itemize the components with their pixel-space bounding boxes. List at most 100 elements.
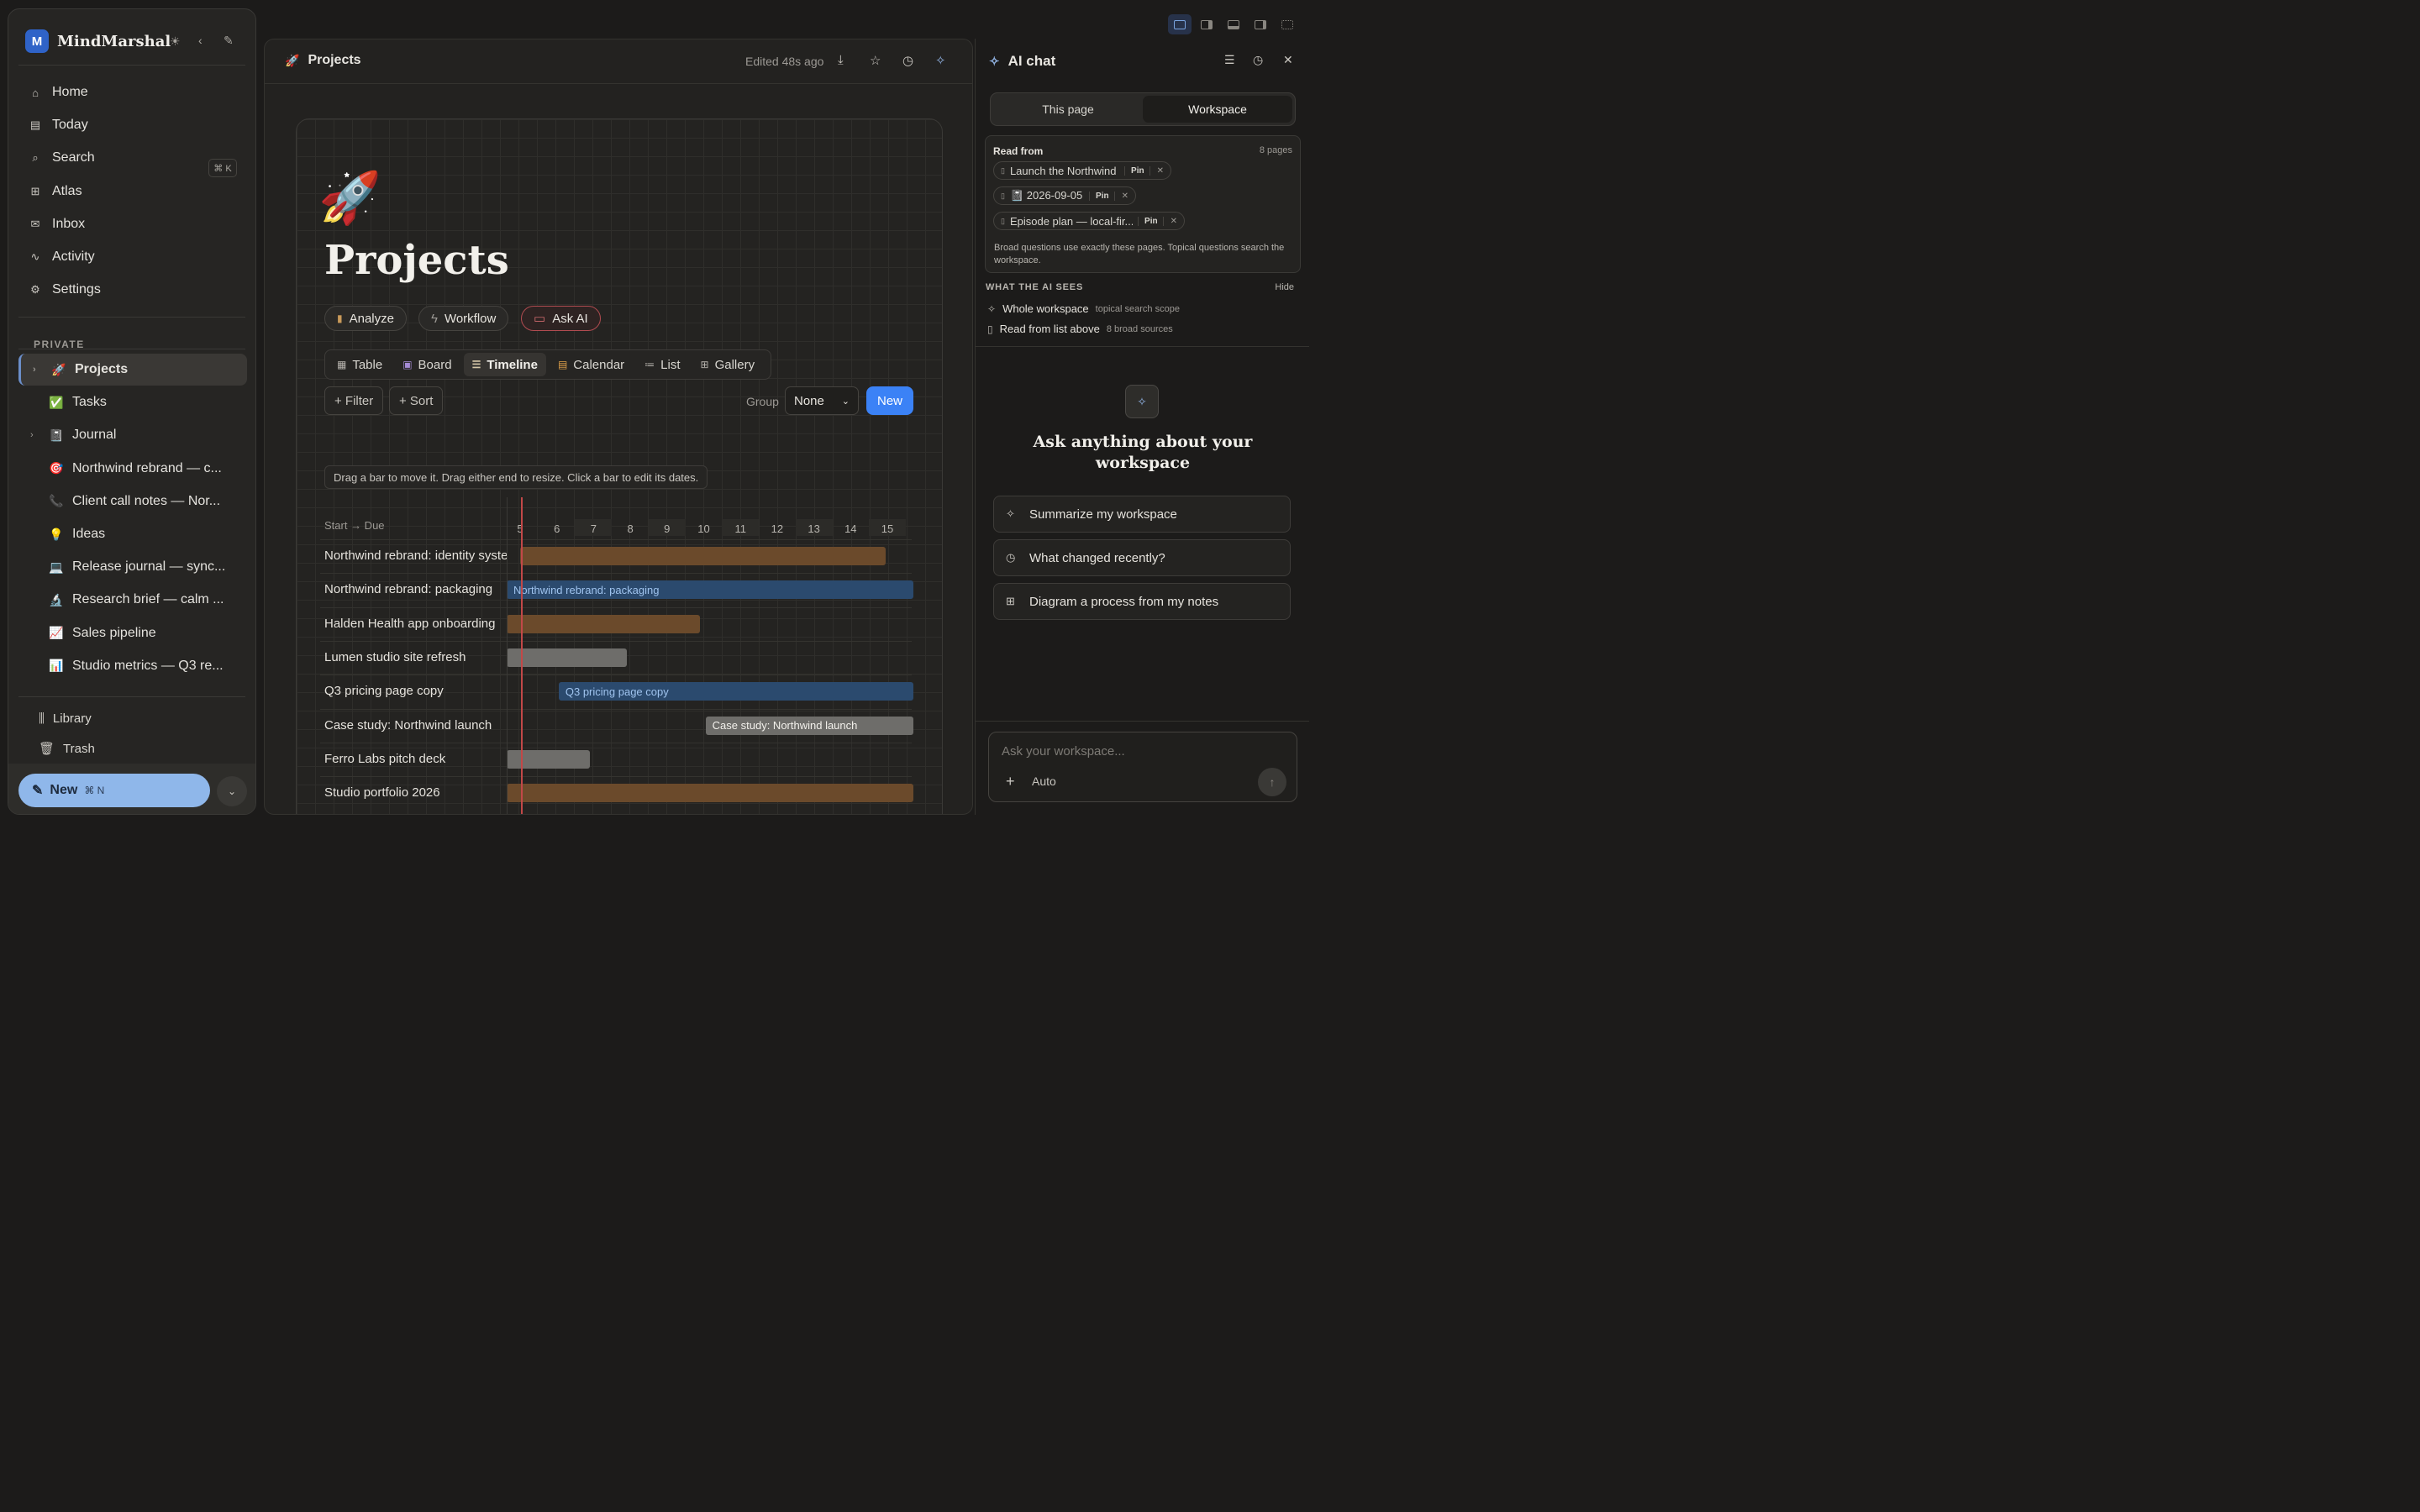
timeline-row-label[interactable]: Ferro Labs pitch deck [324, 752, 507, 766]
pin-button[interactable]: Pin [1124, 165, 1144, 176]
group-select[interactable]: None ⌄ [785, 386, 859, 415]
remove-source-close-icon[interactable]: ✕ [1162, 216, 1177, 226]
divider [976, 721, 1309, 722]
sidebar-item-home[interactable]: ⌂ Home [29, 85, 88, 100]
model-selector[interactable]: Auto [1032, 774, 1056, 788]
sidebar-page-item[interactable]: 🔬 Research brief — calm ... [18, 584, 247, 616]
timeline-bar[interactable] [507, 648, 627, 667]
list-icon[interactable]: ☰ [1224, 53, 1235, 67]
add-attachment-icon[interactable]: + [1006, 773, 1015, 790]
page-emoji: 🚀 [285, 53, 300, 67]
edit-icon[interactable]: ✎ [224, 34, 234, 48]
new-options-chevron-icon[interactable]: ⌄ [217, 776, 247, 806]
split-rows-layout-icon[interactable] [1222, 14, 1245, 34]
source-chip[interactable]: ▯ 📓 2026-09-05 Pin ✕ [993, 186, 1136, 205]
tab-workspace[interactable]: Workspace [1143, 96, 1292, 123]
sidebar-item-trash[interactable]: 🗑 Trash [39, 741, 95, 757]
timeline-icon: ☰ [471, 359, 481, 370]
page-icon-rocket[interactable]: 🚀 [318, 168, 381, 228]
timeline-bar[interactable] [507, 749, 591, 769]
sort-button[interactable]: + Sort [389, 386, 444, 415]
timeline-bar[interactable]: Case study: Northwind launch [705, 716, 913, 735]
sidebar-page-item[interactable]: 📊 Studio metrics — Q3 re... [18, 650, 247, 682]
suggestion-summarize[interactable]: ✧ Summarize my workspace [993, 496, 1291, 533]
send-arrow-icon[interactable]: ↑ [1258, 768, 1286, 796]
tab-table[interactable]: ▦ Table [329, 353, 391, 376]
pin-button[interactable]: Pin [1089, 191, 1109, 201]
sidebar-page-item[interactable]: › 🚀 Projects [18, 354, 247, 386]
read-from-note: Broad questions use exactly these pages.… [994, 243, 1285, 265]
sidebar-item-activity[interactable]: ∿ Activity [29, 249, 95, 265]
analyze-button[interactable]: ▮ Analyze [324, 306, 407, 331]
tab-label: Board [418, 357, 452, 372]
sidebar-item-today[interactable]: ▤ Today [29, 118, 88, 133]
hide-link[interactable]: Hide [1275, 282, 1294, 292]
remove-source-close-icon[interactable]: ✕ [1149, 165, 1164, 176]
source-chip[interactable]: ▯ Launch the Northwind ca... Pin ✕ [993, 161, 1171, 180]
timeline-row-label[interactable]: Halden Health app onboarding [324, 617, 507, 631]
sidebar-page-item[interactable]: 📈 Sales pipeline [18, 617, 247, 649]
tab-timeline[interactable]: ☰ Timeline [463, 353, 546, 376]
sidebar-page-item[interactable]: 🎯 Northwind rebrand — c... [18, 453, 247, 485]
grid-layout-icon[interactable] [1276, 14, 1299, 34]
new-page-button[interactable]: ✎ New ⌘ N [18, 774, 210, 807]
chart-icon: ▮ [337, 312, 343, 324]
remove-source-close-icon[interactable]: ✕ [1113, 191, 1128, 201]
timeline-row-label[interactable]: Q3 pricing page copy [324, 684, 507, 698]
history-icon[interactable]: ◷ [1253, 53, 1263, 67]
single-pane-layout-icon[interactable] [1168, 14, 1192, 34]
collapse-sidebar-icon[interactable]: ‹ [198, 34, 203, 47]
page-emoji-icon: 📞 [49, 494, 64, 508]
sidebar-item-settings[interactable]: ⚙ Settings [29, 282, 101, 297]
tab-gallery[interactable]: ⊞ Gallery [692, 353, 764, 376]
timeline-row-label[interactable]: Northwind rebrand: identity system [324, 549, 507, 563]
timeline-bar[interactable] [507, 614, 701, 633]
download-icon[interactable]: ⤓ [838, 53, 844, 67]
timeline-bar[interactable] [507, 784, 913, 803]
sidebar-item-library[interactable]: ⫼ Library [39, 711, 92, 726]
chat-input[interactable]: Ask your workspace... [1002, 744, 1125, 759]
star-icon[interactable]: ☆ [870, 53, 881, 68]
history-icon[interactable]: ◷ [902, 53, 913, 68]
chevron-right-icon[interactable]: › [33, 365, 43, 375]
sidebar-page-item[interactable]: 💡 Ideas [18, 518, 247, 550]
timeline-row-label[interactable]: Northwind rebrand: packaging [324, 582, 507, 596]
brand[interactable]: M MindMarshal [25, 29, 171, 53]
timeline-row-label[interactable]: Case study: Northwind launch [324, 718, 507, 732]
split-columns-layout-icon[interactable] [1195, 14, 1218, 34]
tab-list[interactable]: ≔ List [636, 353, 688, 376]
ai-sparkle-icon[interactable]: ✧ [935, 53, 946, 68]
timeline-row-label[interactable]: Lumen studio site refresh [324, 650, 507, 664]
theme-toggle-icon[interactable]: ☀ [170, 34, 181, 49]
side-panel-layout-icon[interactable] [1249, 14, 1272, 34]
workflow-button[interactable]: ϟ Workflow [418, 306, 509, 331]
sidebar-page-item[interactable]: › 📓 Journal [18, 419, 247, 451]
suggestion-label: Diagram a process from my notes [1029, 594, 1219, 609]
sidebar-page-item[interactable]: 📞 Client call notes — Nor... [18, 486, 247, 517]
suggestion-what-changed[interactable]: ◷ What changed recently? [993, 539, 1291, 576]
chevron-right-icon[interactable]: › [30, 430, 40, 440]
timeline-bar[interactable]: Northwind rebrand: packaging [507, 580, 913, 600]
sidebar-item-label: Atlas [52, 183, 82, 198]
pin-button[interactable]: Pin [1138, 216, 1158, 226]
tab-board[interactable]: ▣ Board [394, 353, 460, 376]
tab-this-page[interactable]: This page [993, 96, 1143, 123]
read-from-count: 8 pages [1259, 145, 1292, 155]
ask-ai-button[interactable]: ▭ Ask AI [521, 306, 601, 331]
tab-calendar[interactable]: ▤ Calendar [550, 353, 633, 376]
divider [265, 83, 972, 84]
source-chip[interactable]: ▯ Episode plan — local-fir... Pin ✕ [993, 212, 1185, 230]
timeline-bar[interactable] [520, 547, 886, 565]
sidebar-page-item[interactable]: 💻 Release journal — sync... [18, 551, 247, 583]
timeline-bar[interactable]: Q3 pricing page copy [558, 682, 913, 701]
page-heading[interactable]: Projects [324, 237, 509, 284]
sidebar-page-item[interactable]: ✅ Tasks [18, 386, 247, 418]
filter-button[interactable]: + Filter [324, 386, 384, 415]
sidebar-item-atlas[interactable]: ⊞ Atlas [29, 184, 82, 199]
sidebar-item-search[interactable]: ⌕ Search [29, 150, 94, 165]
new-item-button[interactable]: New [866, 386, 913, 415]
suggestion-diagram[interactable]: ⊞ Diagram a process from my notes [993, 583, 1291, 620]
timeline-row-label[interactable]: Studio portfolio 2026 [324, 785, 507, 800]
close-icon[interactable]: ✕ [1283, 53, 1293, 67]
sidebar-item-inbox[interactable]: ✉ Inbox [29, 217, 86, 232]
